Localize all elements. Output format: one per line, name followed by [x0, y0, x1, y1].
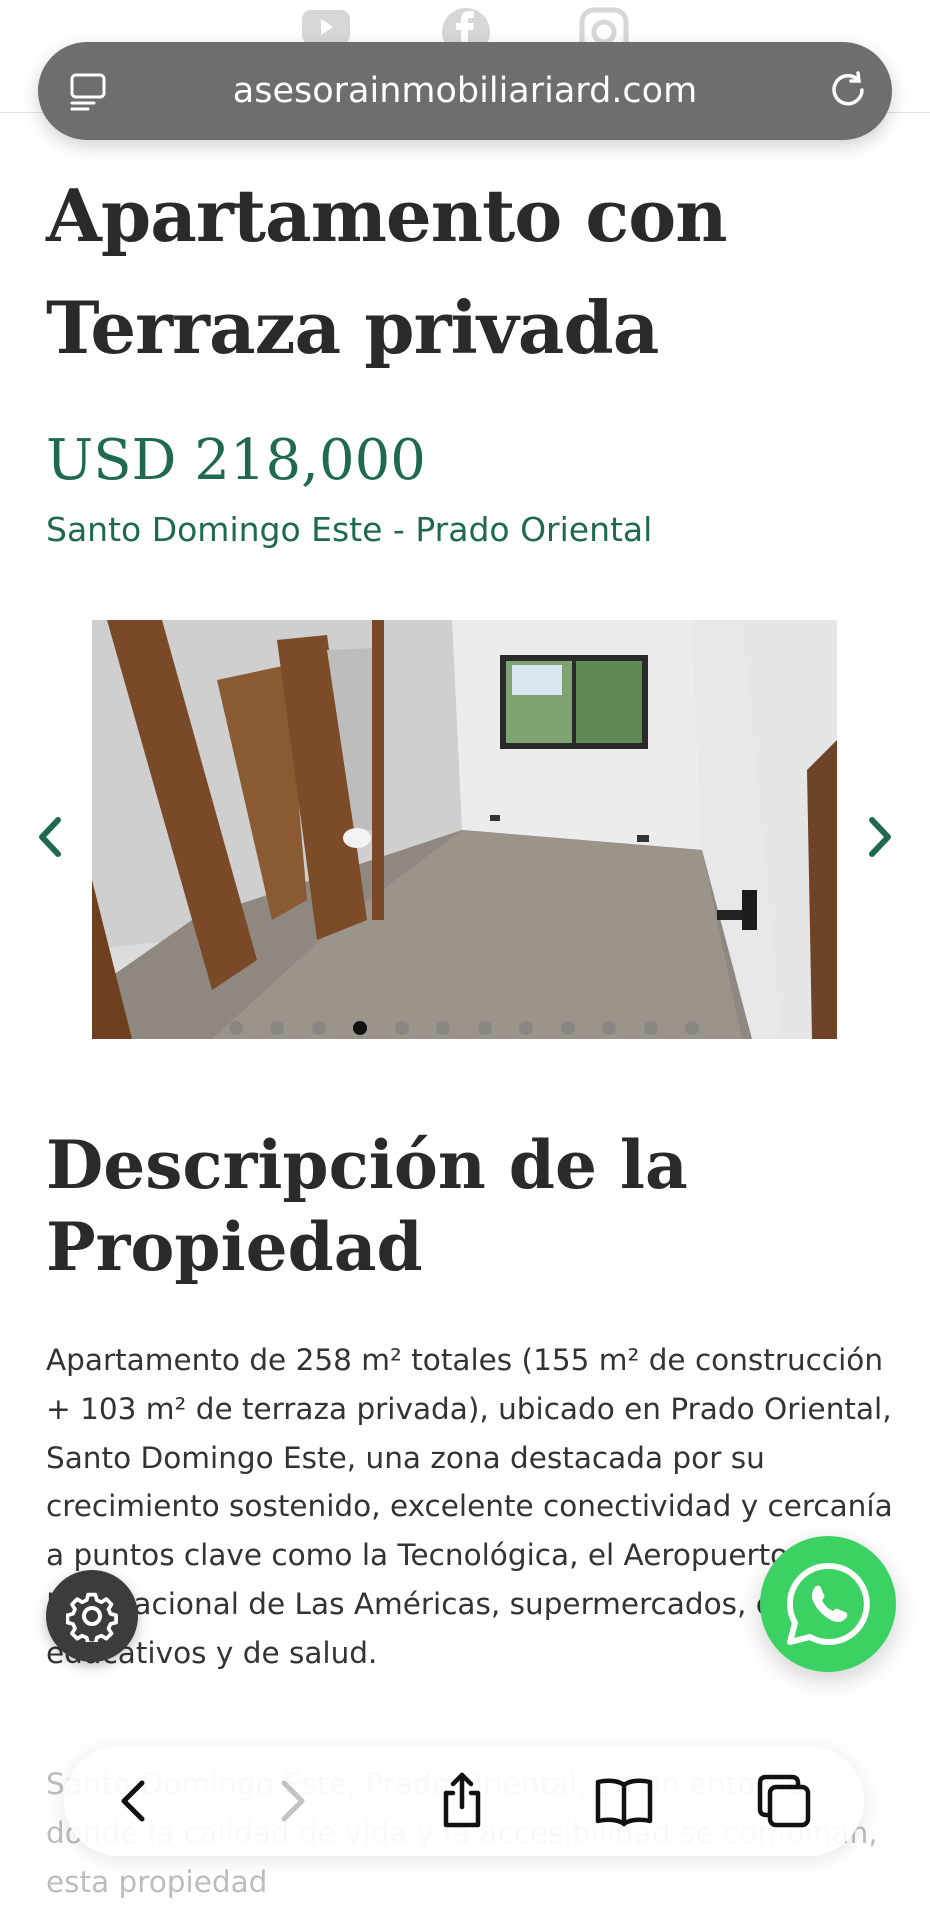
gallery-dot[interactable] — [560, 1021, 575, 1035]
gear-icon — [66, 1592, 118, 1642]
whatsapp-button[interactable] — [760, 1536, 896, 1672]
gallery-dot[interactable] — [477, 1021, 492, 1035]
gallery-dot[interactable] — [436, 1021, 451, 1035]
forward-button[interactable] — [262, 1771, 322, 1831]
accessibility-settings-button[interactable] — [46, 1570, 138, 1662]
share-icon — [443, 1772, 481, 1828]
book-icon — [595, 1778, 653, 1827]
chevron-left-icon — [121, 1780, 145, 1822]
chevron-right-icon — [281, 1780, 305, 1822]
property-title: Apartamento con Terraza privada — [46, 173, 728, 370]
tabs-icon — [757, 1774, 811, 1828]
facebook-icon[interactable] — [440, 6, 492, 56]
gallery-dot[interactable] — [602, 1021, 617, 1035]
tabs-button[interactable] — [754, 1771, 814, 1831]
description-heading: Descripción de la Propiedad — [46, 1126, 688, 1286]
gallery-dot[interactable] — [685, 1021, 700, 1035]
photo-gallery[interactable] — [92, 620, 837, 1039]
gallery-photo — [92, 620, 837, 1039]
reload-icon[interactable] — [826, 68, 872, 114]
gallery-dot[interactable] — [228, 1021, 243, 1035]
gallery-dots — [92, 1020, 837, 1039]
gallery-dot[interactable] — [311, 1021, 326, 1035]
gallery-next-button[interactable] — [860, 812, 900, 862]
youtube-icon[interactable] — [300, 6, 352, 46]
property-location: Santo Domingo Este - Prado Oriental — [46, 510, 653, 549]
gallery-dot[interactable] — [270, 1021, 285, 1035]
bookmarks-button[interactable] — [594, 1771, 654, 1831]
address-bar[interactable]: asesorainmobiliariard.com — [38, 42, 892, 140]
gallery-dot[interactable] — [394, 1021, 409, 1035]
share-button[interactable] — [432, 1771, 492, 1831]
property-price: USD 218,000 — [46, 428, 426, 493]
gallery-dot-active[interactable] — [353, 1021, 368, 1035]
url-text[interactable]: asesorainmobiliariard.com — [38, 42, 892, 140]
gallery-prev-button[interactable] — [30, 812, 70, 862]
gallery-dot[interactable] — [519, 1021, 534, 1035]
gallery-dot[interactable] — [643, 1021, 658, 1035]
browser-toolbar — [64, 1746, 864, 1856]
back-button[interactable] — [104, 1771, 164, 1831]
whatsapp-icon — [786, 1562, 870, 1645]
instagram-icon[interactable] — [578, 6, 630, 57]
